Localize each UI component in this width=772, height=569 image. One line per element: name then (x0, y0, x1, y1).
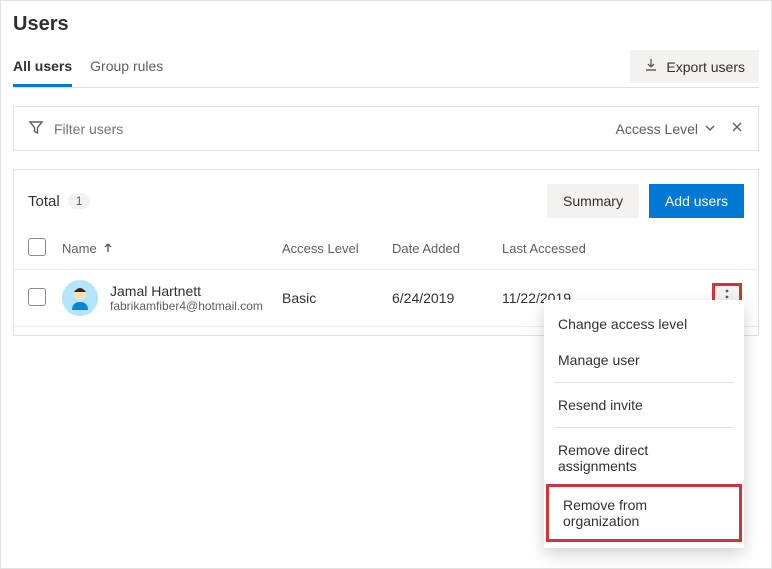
menu-separator (554, 382, 734, 383)
tabs-row: All users Group rules Export users (13, 50, 759, 88)
row-access-level: Basic (282, 290, 392, 306)
chevron-down-icon (704, 121, 716, 137)
user-cell[interactable]: Jamal Hartnett fabrikamfiber4@hotmail.co… (62, 280, 263, 316)
panel-header: Total 1 Summary Add users (14, 170, 758, 228)
user-email: fabrikamfiber4@hotmail.com (110, 299, 263, 313)
filter-bar: Access Level (13, 106, 759, 151)
total-count: Total 1 (28, 193, 90, 210)
column-date-added[interactable]: Date Added (392, 241, 502, 256)
menu-change-access-level[interactable]: Change access level (544, 306, 744, 342)
export-users-label: Export users (666, 59, 745, 75)
column-name[interactable]: Name (62, 241, 282, 256)
download-icon (644, 58, 658, 75)
table-header: Name Access Level Date Added Last Access… (14, 228, 758, 270)
column-access-level[interactable]: Access Level (282, 241, 392, 256)
total-label: Total (28, 193, 60, 210)
page-title: Users (13, 13, 759, 36)
summary-button[interactable]: Summary (547, 184, 639, 218)
total-count-value: 1 (68, 193, 91, 209)
tab-group-rules[interactable]: Group rules (90, 50, 163, 87)
filter-icon (28, 119, 44, 138)
menu-remove-direct-assignments[interactable]: Remove direct assignments (544, 432, 744, 484)
tab-all-users[interactable]: All users (13, 50, 72, 87)
menu-resend-invite[interactable]: Resend invite (544, 387, 744, 423)
filter-users-input[interactable] (54, 121, 606, 137)
close-icon[interactable] (730, 120, 744, 137)
access-level-dropdown-label: Access Level (616, 121, 698, 137)
users-panel: Total 1 Summary Add users Name Access Le… (13, 169, 759, 336)
context-menu: Change access level Manage user Resend i… (544, 300, 744, 548)
menu-remove-from-organization[interactable]: Remove from organization (546, 484, 742, 542)
export-users-button[interactable]: Export users (630, 50, 759, 83)
row-date-added: 6/24/2019 (392, 290, 502, 306)
tabs: All users Group rules (13, 50, 163, 87)
select-all-checkbox[interactable] (28, 238, 46, 256)
row-checkbox[interactable] (28, 288, 46, 306)
avatar (62, 280, 98, 316)
menu-separator (554, 427, 734, 428)
add-users-button[interactable]: Add users (649, 184, 744, 218)
menu-manage-user[interactable]: Manage user (544, 342, 744, 378)
panel-actions: Summary Add users (547, 184, 744, 218)
sort-ascending-icon (103, 241, 113, 256)
user-name: Jamal Hartnett (110, 283, 263, 299)
column-last-accessed[interactable]: Last Accessed (502, 241, 622, 256)
column-name-label: Name (62, 241, 97, 256)
access-level-dropdown[interactable]: Access Level (616, 121, 716, 137)
